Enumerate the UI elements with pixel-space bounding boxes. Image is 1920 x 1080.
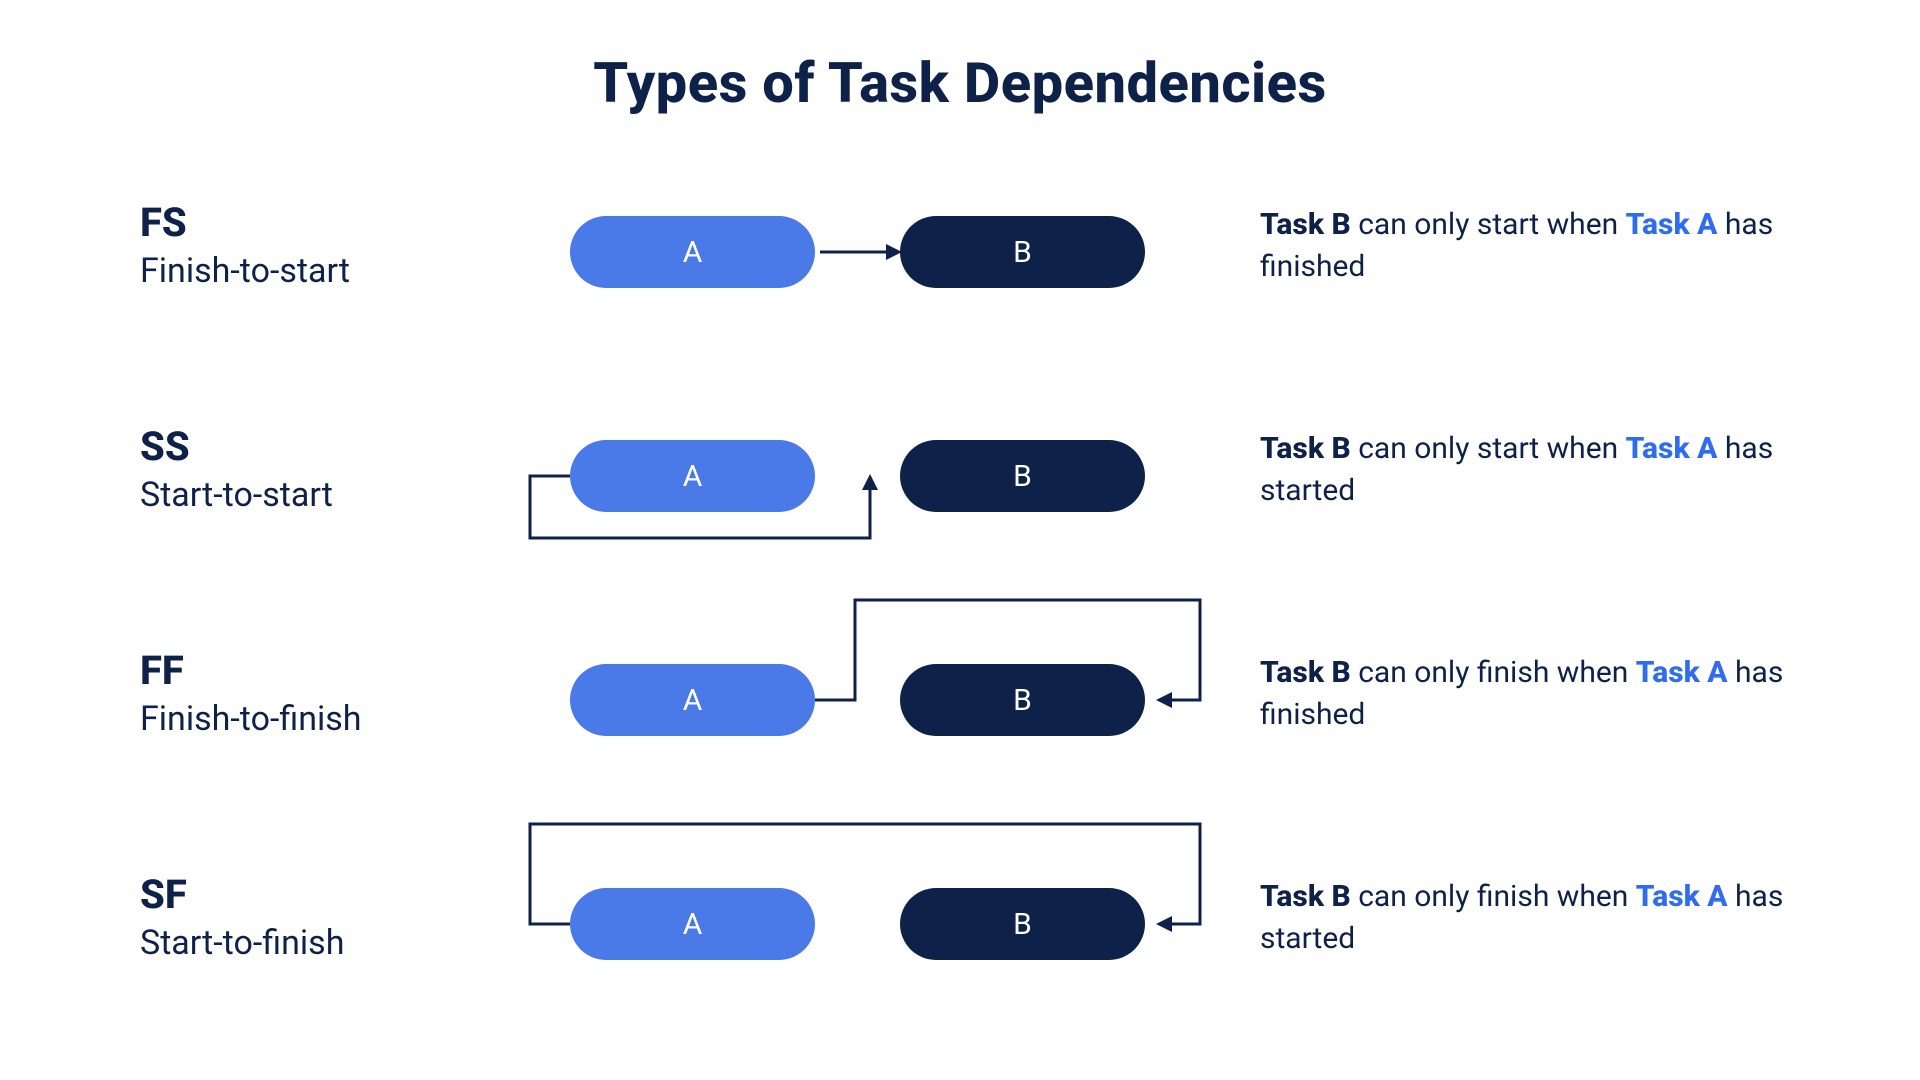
arrow-ss [540, 400, 1220, 540]
arrow-sf [540, 848, 1220, 988]
desc-task-b: Task B [1260, 207, 1351, 242]
desc-task-b: Task B [1260, 431, 1351, 466]
code-ss: SS [140, 425, 500, 469]
diagram-ff: A B [540, 624, 1220, 764]
label-ss: SS Start-to-start [140, 425, 500, 515]
arrow-fs [540, 176, 1220, 316]
desc-ss: Task B can only start when Task A has st… [1260, 428, 1820, 512]
dependency-rows: FS Finish-to-start A B Task B can only s… [140, 176, 1780, 988]
name-ss: Start-to-start [140, 475, 500, 515]
name-fs: Finish-to-start [140, 251, 500, 291]
desc-mid: can only finish when [1351, 655, 1636, 690]
arrow-ff [540, 624, 1220, 764]
code-sf: SF [140, 873, 500, 917]
code-ff: FF [140, 649, 500, 693]
row-ss: SS Start-to-start A B Task B can only st… [140, 400, 1780, 540]
desc-task-b: Task B [1260, 879, 1351, 914]
diagram-sf: A B [540, 848, 1220, 988]
desc-ff: Task B can only finish when Task A has f… [1260, 652, 1820, 736]
diagram-ss: A B [540, 400, 1220, 540]
code-fs: FS [140, 201, 500, 245]
label-sf: SF Start-to-finish [140, 873, 500, 963]
row-sf: SF Start-to-finish A B Task B can only f… [140, 848, 1780, 988]
row-fs: FS Finish-to-start A B Task B can only s… [140, 176, 1780, 316]
diagram-fs: A B [540, 176, 1220, 316]
desc-fs: Task B can only start when Task A has fi… [1260, 204, 1820, 288]
row-ff: FF Finish-to-finish A B Task B can only … [140, 624, 1780, 764]
desc-task-a: Task A [1636, 655, 1728, 690]
desc-mid: can only start when [1351, 207, 1626, 242]
desc-task-a: Task A [1636, 879, 1728, 914]
desc-task-a: Task A [1626, 207, 1718, 242]
desc-sf: Task B can only finish when Task A has s… [1260, 876, 1820, 960]
desc-mid: can only start when [1351, 431, 1626, 466]
page-title: Types of Task Dependencies [140, 50, 1780, 116]
name-ff: Finish-to-finish [140, 699, 500, 739]
name-sf: Start-to-finish [140, 923, 500, 963]
label-ff: FF Finish-to-finish [140, 649, 500, 739]
desc-mid: can only finish when [1351, 879, 1636, 914]
task-dependency-diagram: Types of Task Dependencies FS Finish-to-… [0, 0, 1920, 1080]
desc-task-b: Task B [1260, 655, 1351, 690]
label-fs: FS Finish-to-start [140, 201, 500, 291]
desc-task-a: Task A [1626, 431, 1718, 466]
